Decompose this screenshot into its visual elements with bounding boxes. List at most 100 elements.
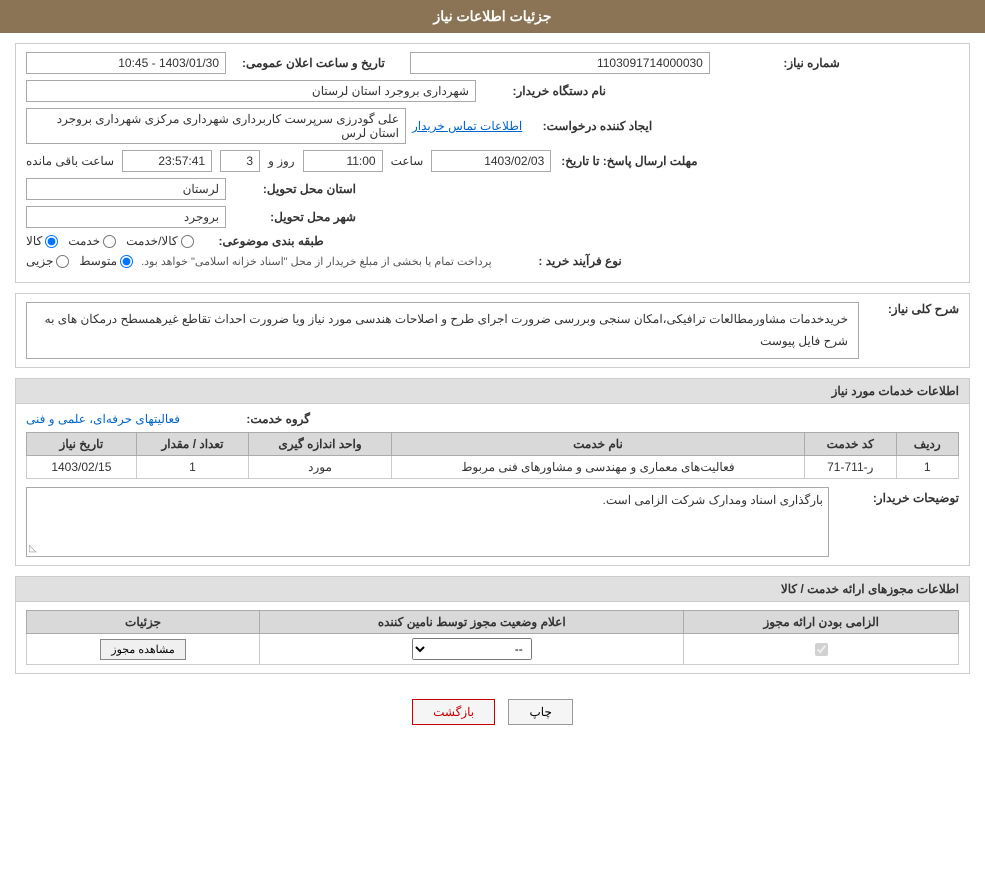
- radio-label-kala-khedmat: کالا/خدمت: [126, 234, 177, 248]
- announcement-label: تاریخ و ساعت اعلان عمومی:: [242, 56, 385, 70]
- requester-value: علی گودرزی سرپرست کاربرداری شهرداری مرکز…: [26, 108, 406, 144]
- category-option-kala-khedmat[interactable]: کالا/خدمت: [126, 234, 193, 248]
- page-wrapper: جزئیات اطلاعات نیاز شماره نیاز: 11030917…: [0, 0, 985, 875]
- view-license-button[interactable]: مشاهده مجوز: [100, 639, 185, 660]
- license-table-header-row: الزامی بودن ارائه مجوز اعلام وضعیت مجوز …: [27, 611, 959, 634]
- delivery-province-value: لرستان: [26, 178, 226, 200]
- cell-unit: مورد: [249, 456, 392, 479]
- table-row: -- مشاهده مجوز: [27, 634, 959, 665]
- buyer-notes-label: توضیحات خریدار:: [839, 487, 959, 505]
- col-unit: واحد اندازه گیری: [249, 433, 392, 456]
- radio-label-mutawassit: متوسط: [79, 254, 117, 268]
- reply-days: 3: [220, 150, 260, 172]
- page-header: جزئیات اطلاعات نیاز: [0, 0, 985, 33]
- license-section: اطلاعات مجوزهای ارائه خدمت / کالا الزامی…: [15, 576, 970, 674]
- buyer-org-row: نام دستگاه خریدار: شهرداری بروجرد استان …: [26, 80, 959, 102]
- buyer-org-label: نام دستگاه خریدار:: [486, 84, 606, 98]
- reply-remaining: 23:57:41: [122, 150, 212, 172]
- col-status: اعلام وضعیت مجوز توسط نامین کننده: [260, 611, 684, 634]
- radio-label-khedmat: خدمت: [68, 234, 100, 248]
- back-button[interactable]: بازگشت: [412, 699, 495, 725]
- reply-deadline-label: مهلت ارسال پاسخ: تا تاریخ:: [561, 154, 697, 168]
- delivery-city-row: شهر محل تحویل: بروجرد: [26, 206, 959, 228]
- delivery-city-label: شهر محل تحویل:: [236, 210, 356, 224]
- category-option-kala[interactable]: کالا: [26, 234, 58, 248]
- radio-jozei[interactable]: [56, 255, 69, 268]
- license-body: الزامی بودن ارائه مجوز اعلام وضعیت مجوز …: [16, 602, 969, 673]
- need-number-value: 1103091714000030: [410, 52, 710, 74]
- col-quantity: تعداد / مقدار: [136, 433, 249, 456]
- need-number-label: شماره نیاز:: [720, 56, 840, 70]
- services-table-head: ردیف کد خدمت نام خدمت واحد اندازه گیری ت…: [27, 433, 959, 456]
- description-section: شرح کلی نیاز: خریدخدمات مشاورمطالعات ترا…: [15, 293, 970, 368]
- radio-kala-khedmat[interactable]: [181, 235, 194, 248]
- cell-quantity: 1: [136, 456, 249, 479]
- announcement-value: 1403/01/30 - 10:45: [26, 52, 226, 74]
- print-button[interactable]: چاپ: [508, 699, 572, 725]
- purchase-type-option-jozei[interactable]: جزیی: [26, 254, 69, 268]
- delivery-province-row: استان محل تحویل: لرستان: [26, 178, 959, 200]
- license-table-body: -- مشاهده مجوز: [27, 634, 959, 665]
- services-body: گروه خدمت: فعالیتهای حرفه‌ای، علمی و فنی…: [16, 404, 969, 565]
- reply-deadline-row: مهلت ارسال پاسخ: تا تاریخ: 1403/02/03 سا…: [26, 150, 959, 172]
- requester-group: اطلاعات تماس خریدار علی گودرزی سرپرست کا…: [26, 108, 522, 144]
- requester-link[interactable]: اطلاعات تماس خریدار: [412, 119, 522, 133]
- services-table-section: ردیف کد خدمت نام خدمت واحد اندازه گیری ت…: [26, 432, 959, 479]
- radio-label-kala: کالا: [26, 234, 42, 248]
- service-group-label: گروه خدمت:: [190, 412, 310, 426]
- buyer-notes-row: توضیحات خریدار: بارگذاری اسناد ومدارک شر…: [26, 487, 959, 557]
- cell-name: فعالیت‌های معماری و مهندسی و مشاورهای فن…: [391, 456, 804, 479]
- buyer-notes-text: بارگذاری اسناد ومدارک شرکت الزامی است. ◺: [26, 487, 829, 557]
- purchase-type-row: نوع فرآیند خرید : پرداخت تمام یا بخشی از…: [26, 254, 959, 268]
- footer-buttons: چاپ بازگشت: [15, 684, 970, 740]
- reply-time: 11:00: [303, 150, 383, 172]
- cell-date: 1403/02/15: [27, 456, 137, 479]
- col-details: جزئیات: [27, 611, 260, 634]
- col-date: تاریخ نیاز: [27, 433, 137, 456]
- description-label: شرح کلی نیاز:: [869, 302, 959, 316]
- main-content: شماره نیاز: 1103091714000030 تاریخ و ساع…: [0, 33, 985, 750]
- services-table-body: 1 ر-711-71 فعالیت‌های معماری و مهندسی و …: [27, 456, 959, 479]
- required-checkbox: [815, 643, 828, 656]
- cell-status: --: [260, 634, 684, 665]
- cell-code: ر-711-71: [805, 456, 896, 479]
- category-label: طبقه بندی موضوعی:: [204, 234, 324, 248]
- purchase-type-option-mutawassit[interactable]: متوسط: [79, 254, 133, 268]
- services-table-header-row: ردیف کد خدمت نام خدمت واحد اندازه گیری ت…: [27, 433, 959, 456]
- table-row: 1 ر-711-71 فعالیت‌های معماری و مهندسی و …: [27, 456, 959, 479]
- cell-required: [684, 634, 959, 665]
- reply-remaining-label: ساعت باقی مانده: [26, 154, 114, 168]
- category-radio-group: کالا/خدمت خدمت کالا: [26, 234, 194, 248]
- page-title: جزئیات اطلاعات نیاز: [433, 8, 551, 24]
- requester-label: ایجاد کننده درخواست:: [532, 119, 652, 133]
- purchase-type-radio-group: متوسط جزیی: [26, 254, 133, 268]
- col-code: کد خدمت: [805, 433, 896, 456]
- service-group-row: گروه خدمت: فعالیتهای حرفه‌ای، علمی و فنی: [26, 412, 959, 426]
- radio-kala[interactable]: [45, 235, 58, 248]
- radio-khedmat[interactable]: [103, 235, 116, 248]
- reply-days-label: روز و: [268, 154, 295, 168]
- radio-mutawassit[interactable]: [120, 255, 133, 268]
- license-table-head: الزامی بودن ارائه مجوز اعلام وضعیت مجوز …: [27, 611, 959, 634]
- service-group-value[interactable]: فعالیتهای حرفه‌ای، علمی و فنی: [26, 412, 180, 426]
- license-table: الزامی بودن ارائه مجوز اعلام وضعیت مجوز …: [26, 610, 959, 665]
- col-required: الزامی بودن ارائه مجوز: [684, 611, 959, 634]
- services-table: ردیف کد خدمت نام خدمت واحد اندازه گیری ت…: [26, 432, 959, 479]
- delivery-province-label: استان محل تحویل:: [236, 182, 356, 196]
- cell-row: 1: [896, 456, 958, 479]
- main-info-body: شماره نیاز: 1103091714000030 تاریخ و ساع…: [16, 44, 969, 282]
- col-name: نام خدمت: [391, 433, 804, 456]
- reply-deadline-group: 1403/02/03 ساعت 11:00 روز و 3 23:57:41 س…: [26, 150, 551, 172]
- col-row: ردیف: [896, 433, 958, 456]
- category-row: طبقه بندی موضوعی: کالا/خدمت خدمت کالا: [26, 234, 959, 248]
- radio-label-jozei: جزیی: [26, 254, 53, 268]
- category-option-khedmat[interactable]: خدمت: [68, 234, 116, 248]
- cell-details: مشاهده مجوز: [27, 634, 260, 665]
- need-number-row: شماره نیاز: 1103091714000030 تاریخ و ساع…: [26, 52, 959, 74]
- reply-date: 1403/02/03: [431, 150, 551, 172]
- reply-time-label: ساعت: [391, 154, 424, 168]
- description-row: شرح کلی نیاز: خریدخدمات مشاورمطالعات ترا…: [16, 294, 969, 367]
- purchase-type-label: نوع فرآیند خرید :: [502, 254, 622, 268]
- status-select[interactable]: --: [412, 638, 532, 660]
- buyer-notes-content: بارگذاری اسناد ومدارک شرکت الزامی است.: [603, 493, 823, 507]
